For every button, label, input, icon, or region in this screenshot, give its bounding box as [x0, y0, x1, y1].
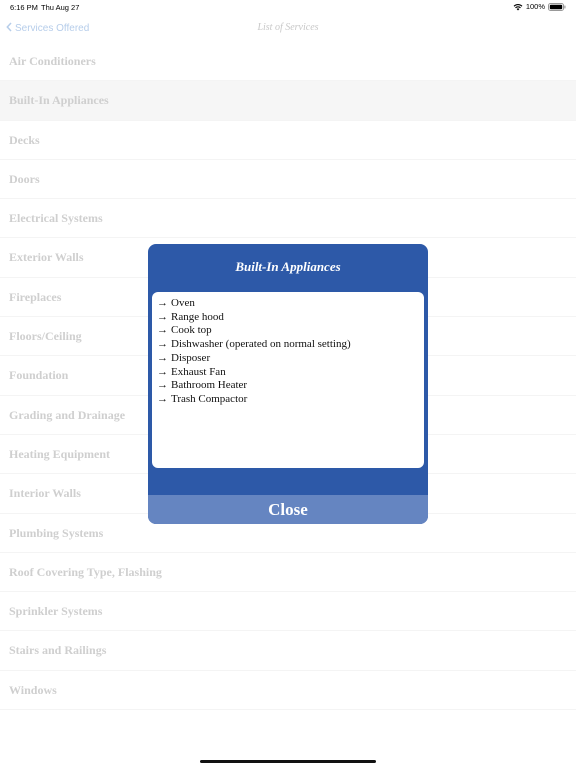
- service-item[interactable]: Stairs and Railings: [0, 631, 576, 671]
- battery-icon: [548, 2, 566, 11]
- close-button[interactable]: Close: [148, 495, 428, 524]
- service-item[interactable]: Roof Covering Type, Flashing: [0, 553, 576, 593]
- arrow-right-icon: →: [157, 338, 168, 351]
- page-title: List of Services: [257, 22, 319, 33]
- battery-percentage: 100%: [525, 2, 545, 11]
- arrow-right-icon: →: [157, 297, 168, 309]
- wifi-icon: [513, 3, 523, 11]
- list-item-label: Cook top: [171, 324, 212, 337]
- service-item[interactable]: Decks: [0, 121, 576, 160]
- service-item[interactable]: Windows: [0, 671, 576, 711]
- status-bar: 6:16 PM Thu Aug 27 100%: [0, 0, 576, 14]
- arrow-right-icon: →: [157, 379, 168, 392]
- list-item: → Oven: [157, 297, 424, 311]
- list-item-label: Bathroom Heater: [171, 379, 248, 392]
- service-item[interactable]: Doors: [0, 160, 576, 200]
- service-item[interactable]: Air Conditioners: [0, 42, 576, 82]
- list-item-label: Range hood: [171, 310, 224, 323]
- modal-content: → Oven → Range hood → Cook top → Dishwasher …: [152, 292, 424, 468]
- service-item-selected[interactable]: Built-In Appliances: [0, 81, 576, 121]
- service-item[interactable]: Electrical Systems: [0, 199, 576, 239]
- list-item: → Exhaust Fan: [157, 366, 424, 380]
- arrow-right-icon: →: [157, 365, 168, 378]
- modal-title: Built-In Appliances: [235, 259, 341, 274]
- appliances-modal: Built-In Appliances → Oven → Range hood → C…: [148, 244, 428, 524]
- list-item-label: Dishwasher (operated on normal setting): [171, 338, 351, 351]
- list-item-label: Disposer: [171, 351, 211, 364]
- list-item: → Range hood: [157, 311, 424, 325]
- list-item: → Bathroom Heater: [157, 379, 424, 393]
- home-indicator[interactable]: [200, 760, 376, 763]
- service-item[interactable]: Sprinkler Systems: [0, 592, 576, 632]
- status-time: 6:16 PM: [10, 3, 38, 12]
- list-item-label: Trash Compactor: [171, 392, 248, 405]
- arrow-right-icon: →: [157, 351, 168, 364]
- navigation-bar: Services Offered List of Services: [0, 14, 576, 44]
- status-date: Thu Aug 27: [41, 3, 80, 12]
- list-item: → Trash Compactor: [157, 393, 424, 407]
- arrow-right-icon: →: [157, 324, 168, 337]
- list-item: → Cook top: [157, 324, 424, 338]
- list-item: → Dishwasher (operated on normal setting): [157, 338, 424, 352]
- arrow-right-icon: →: [157, 392, 168, 405]
- arrow-right-icon: →: [157, 310, 168, 323]
- list-item-label: Oven: [171, 297, 195, 309]
- status-right: 100%: [513, 2, 566, 11]
- appliance-list: → Oven → Range hood → Cook top → Dishwasher …: [157, 297, 424, 407]
- list-item-label: Exhaust Fan: [171, 365, 226, 378]
- list-item: → Disposer: [157, 352, 424, 366]
